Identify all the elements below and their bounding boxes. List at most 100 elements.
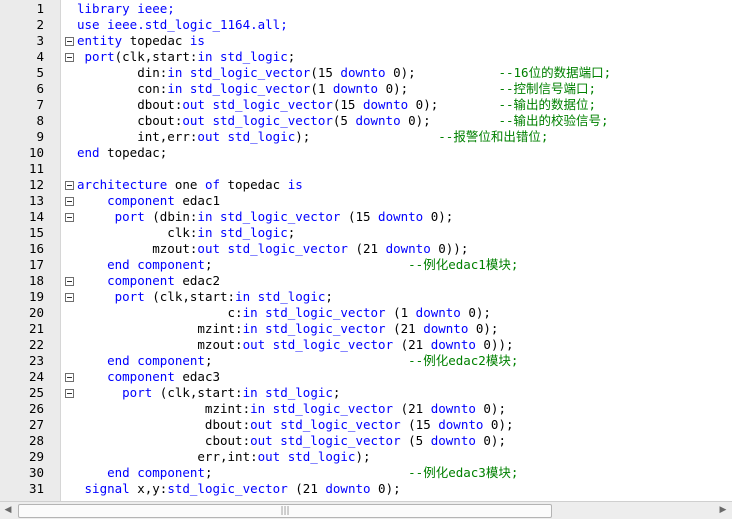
fold-minus-icon[interactable] <box>65 293 74 302</box>
code-line: 26 mzint:in std_logic_vector (21 downto … <box>0 401 732 417</box>
line-number: 6 <box>36 81 44 96</box>
code-token: 0); <box>483 417 514 432</box>
scrollbar-thumb[interactable]: ||| <box>18 504 552 518</box>
code-token: (21 <box>295 481 326 496</box>
code-line: 20 c:in std_logic_vector (1 downto 0); <box>0 305 732 321</box>
code-keyword: architecture <box>77 177 175 192</box>
code-token: (clk,start: <box>152 289 236 304</box>
code-text: end component; --例化edac1模块; <box>77 257 518 273</box>
code-line: 4 port(clk,start:in std_logic; <box>0 49 732 65</box>
line-number: 8 <box>36 113 44 128</box>
code-text: cbout:out std_logic_vector(5 downto 0); … <box>77 113 608 129</box>
code-token: 0); <box>460 305 491 320</box>
code-token: 0); <box>475 433 506 448</box>
code-comment: --报警位和出错位; <box>438 129 549 144</box>
scroll-right-arrow-icon[interactable]: ▶ <box>716 504 730 517</box>
code-keyword: out std_logic_vector <box>242 337 401 352</box>
code-keyword: out std_logic <box>197 129 296 144</box>
code-keyword: in std_logic <box>197 49 288 64</box>
line-number: 2 <box>36 17 44 32</box>
code-token: 0); <box>370 481 401 496</box>
code-keyword: downto <box>332 81 379 96</box>
code-keyword: component <box>107 273 183 288</box>
code-token: (clk,start: <box>114 49 198 64</box>
code-text: dbout:out std_logic_vector(15 downto 0);… <box>77 97 596 113</box>
line-number: 22 <box>28 337 44 352</box>
code-keyword: downto <box>325 481 371 496</box>
code-keyword: end component <box>107 353 205 368</box>
code-token: clk: <box>77 225 198 240</box>
code-text: mzout:out std_logic_vector (21 downto 0)… <box>77 241 468 257</box>
fold-minus-icon[interactable] <box>65 53 74 62</box>
code-keyword: downto <box>362 97 409 112</box>
code-text: end topedac; <box>77 145 167 161</box>
fold-minus-icon[interactable] <box>65 373 74 382</box>
code-keyword: in std_logic <box>197 225 288 240</box>
code-token: dbout: <box>77 417 251 432</box>
fold-minus-icon[interactable] <box>65 213 74 222</box>
line-number: 4 <box>36 49 44 64</box>
code-line: 10 end topedac; <box>0 145 732 161</box>
code-keyword: in std_logic <box>242 385 333 400</box>
code-token: 0); <box>468 321 499 336</box>
code-text: mzout:out std_logic_vector (21 downto 0)… <box>77 337 513 353</box>
code-comment: --控制信号端口; <box>498 81 597 96</box>
scrollbar-grip-icon: ||| <box>280 506 290 516</box>
code-token: cbout: <box>77 433 251 448</box>
code-comment: --16位的数据端口; <box>498 65 612 80</box>
code-keyword: out std_logic_vector <box>197 241 356 256</box>
code-keyword: downto <box>415 305 461 320</box>
scroll-left-arrow-icon[interactable]: ◀ <box>1 504 15 517</box>
code-line: 13 component edac1 <box>0 193 732 209</box>
fold-minus-icon[interactable] <box>65 389 74 398</box>
code-token: c: <box>77 305 243 320</box>
fold-minus-icon[interactable] <box>65 197 74 206</box>
code-editor[interactable]: 1 library ieee; 2 use ieee.std_logic_1164.a… <box>0 0 732 501</box>
code-token: (1 <box>310 81 333 96</box>
code-token: topedac <box>227 177 288 192</box>
code-text: cbout:out std_logic_vector (5 downto 0); <box>77 433 506 449</box>
code-token: (5 <box>332 113 356 128</box>
line-number: 23 <box>28 353 44 368</box>
code-line: 14 port (dbin:in std_logic_vector (15 do… <box>0 209 732 225</box>
code-keyword: in std_logic_vector <box>197 209 348 224</box>
code-token: topedac <box>129 33 190 48</box>
line-number: 19 <box>28 289 44 304</box>
code-token: mzint: <box>77 321 243 336</box>
line-number: 30 <box>28 465 44 480</box>
code-line: 15 clk:in std_logic; <box>0 225 732 241</box>
code-line: 29 err,int:out std_logic); <box>0 449 732 465</box>
code-text: port(clk,start:in std_logic; <box>77 49 296 65</box>
line-number: 28 <box>28 433 44 448</box>
code-line: 9 int,err:out std_logic); --报警位和出错位; <box>0 129 732 145</box>
code-keyword: in std_logic_vector <box>167 65 311 80</box>
code-token: cbout: <box>77 113 183 128</box>
line-number: 29 <box>28 449 44 464</box>
code-token: mzint: <box>77 401 251 416</box>
code-token: (1 <box>393 305 416 320</box>
code-token: edac1 <box>182 193 221 208</box>
code-token: con: <box>77 81 168 96</box>
code-token: din: <box>77 65 168 80</box>
line-number: 15 <box>28 225 44 240</box>
code-token: ; <box>204 257 409 272</box>
code-keyword: entity <box>77 33 130 48</box>
line-number: 7 <box>36 97 44 112</box>
line-number: 25 <box>28 385 44 400</box>
fold-minus-icon[interactable] <box>65 181 74 190</box>
code-token: one <box>174 177 205 192</box>
code-text: err,int:out std_logic); <box>77 449 370 465</box>
code-keyword: downto <box>430 433 476 448</box>
code-keyword: downto <box>430 401 476 416</box>
fold-minus-icon[interactable] <box>65 277 74 286</box>
code-keyword: out std_logic_vector <box>250 417 409 432</box>
line-number: 27 <box>28 417 44 432</box>
fold-minus-icon[interactable] <box>65 37 74 46</box>
code-keyword: component <box>107 193 183 208</box>
code-token: (5 <box>408 433 431 448</box>
code-keyword: downto <box>378 209 424 224</box>
code-token: err,int: <box>77 449 258 464</box>
code-keyword: port <box>77 385 160 400</box>
horizontal-scrollbar[interactable]: ◀ ||| ▶ <box>0 501 732 519</box>
